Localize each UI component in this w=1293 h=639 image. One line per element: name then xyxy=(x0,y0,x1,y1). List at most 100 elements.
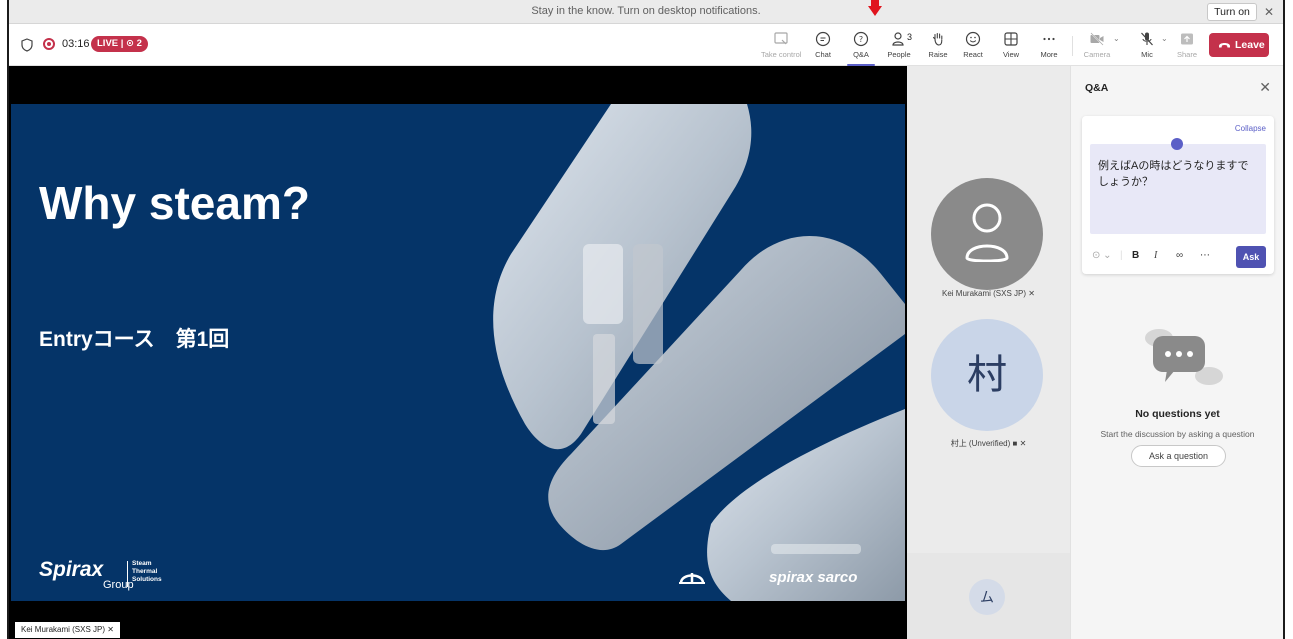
presenter-name: Kei Murakami (SXS JP) xyxy=(21,625,106,634)
people-icon xyxy=(892,32,904,46)
self-video-tile[interactable]: ム xyxy=(907,553,1070,639)
brand-divider xyxy=(127,561,128,587)
person-icon xyxy=(965,203,1009,262)
mic-off-icon: ✕ xyxy=(1028,289,1035,298)
tagline-line: Solutions xyxy=(132,576,162,583)
mic-label: Mic xyxy=(1141,50,1153,59)
recording-icon xyxy=(43,38,55,50)
bold-icon[interactable]: B xyxy=(1132,250,1139,261)
take-control-icon xyxy=(774,32,788,45)
ask-button[interactable]: Ask xyxy=(1236,246,1266,268)
live-badge[interactable]: LIVE | ⊙ 2 xyxy=(91,36,148,52)
participant-avatar[interactable]: 村 xyxy=(931,319,1043,431)
qa-button[interactable]: ? Q&A xyxy=(841,29,881,66)
view-label: View xyxy=(1002,50,1020,59)
take-control-label: Take control xyxy=(761,50,802,59)
leave-button[interactable]: Leave xyxy=(1209,33,1269,57)
participant-gallery: Kei Murakami (SXS JP) ✕ 村 村上 (Unverified… xyxy=(907,66,1070,639)
chat-button[interactable]: Chat xyxy=(803,29,843,63)
self-avatar: ム xyxy=(969,579,1005,615)
take-control-button[interactable]: Take control xyxy=(761,29,801,63)
brand-tagline: Steam Thermal Solutions xyxy=(132,560,162,584)
mic-off-icon: ✕ xyxy=(1019,439,1027,448)
qa-panel: Q&A ✕ Collapse 例えばAの時はどうなりますでしょうか？ ⊙ ⌄ |… xyxy=(1070,66,1283,639)
window-right-edge xyxy=(1283,0,1293,639)
link-icon[interactable]: ∞ xyxy=(1176,250,1183,261)
more-icon xyxy=(1043,37,1055,41)
more-label: More xyxy=(1040,50,1058,59)
slide-title: Why steam? xyxy=(39,177,310,229)
react-button[interactable]: React xyxy=(953,29,993,63)
view-button[interactable]: View xyxy=(991,29,1031,63)
mic-off-icon xyxy=(1141,32,1153,46)
share-button[interactable]: Share xyxy=(1167,29,1207,63)
camera-off-icon: ■ xyxy=(1012,439,1018,448)
spirax-group-text: Group xyxy=(103,579,134,591)
qa-avatar-icon xyxy=(1171,138,1183,150)
shared-content-stage[interactable]: Why steam? Entryコース 第1回 Spirax Group Ste… xyxy=(9,66,907,639)
window-left-edge xyxy=(0,0,9,639)
share-icon xyxy=(1181,33,1193,45)
tagline-line: Thermal xyxy=(132,568,158,575)
qa-panel-title: Q&A xyxy=(1085,82,1109,94)
more-options-icon[interactable]: ⋯ xyxy=(1200,250,1210,261)
notification-text: Stay in the know. Turn on desktop notifi… xyxy=(531,5,761,17)
participant-name-text: 村上 (Unverified) xyxy=(950,439,1011,448)
shield-icon[interactable] xyxy=(21,38,33,52)
svg-text:?: ? xyxy=(859,35,863,44)
camera-chevron-down-icon[interactable]: ⌄ xyxy=(1113,34,1120,43)
chat-label: Chat xyxy=(815,50,831,59)
qa-icon: ? xyxy=(853,31,869,47)
format-toolbar: ⊙ ⌄ | B I ∞ ⋯ Ask xyxy=(1090,246,1266,268)
meeting-timer: 03:16 xyxy=(62,38,90,50)
tagline-line: Steam xyxy=(132,560,152,567)
annotation-arrow-icon xyxy=(868,0,882,16)
spirax-sarco-logo-text: spirax sarco xyxy=(769,569,858,586)
presenter-name-tag: Kei Murakami (SXS JP) ✕ xyxy=(15,622,120,638)
ask-a-question-button[interactable]: Ask a question xyxy=(1131,445,1226,467)
anonymous-toggle-icon[interactable]: ⊙ ⌄ xyxy=(1092,250,1112,261)
people-label: People xyxy=(887,50,911,59)
more-button[interactable]: More xyxy=(1029,29,1069,63)
participant-name: Kei Murakami (SXS JP) ✕ xyxy=(907,289,1070,298)
raise-label: Raise xyxy=(928,50,948,59)
italic-icon[interactable]: I xyxy=(1154,250,1157,261)
camera-off-icon xyxy=(1090,32,1104,46)
empty-state-subtitle: Start the discussion by asking a questio… xyxy=(1100,429,1255,439)
spirax-group-logo: Spirax Group xyxy=(39,558,134,591)
participant-name-text: Kei Murakami (SXS JP) xyxy=(942,289,1027,298)
turn-on-button[interactable]: Turn on xyxy=(1207,3,1257,21)
collapse-link[interactable]: Collapse xyxy=(1235,124,1266,133)
spirax-sarco-emblem-icon xyxy=(679,573,705,584)
question-compose-card: Collapse 例えばAの時はどうなりますでしょうか？ ⊙ ⌄ | B I ∞… xyxy=(1082,116,1274,274)
format-divider: | xyxy=(1120,250,1123,261)
leave-label: Leave xyxy=(1235,39,1265,51)
empty-state-title: No questions yet xyxy=(1135,408,1220,420)
grid-view-icon xyxy=(1004,32,1018,46)
hand-icon xyxy=(932,32,943,46)
mic-off-icon: ✕ xyxy=(107,625,114,634)
question-input[interactable]: 例えばAの時はどうなりますでしょうか？ xyxy=(1090,144,1266,234)
smiley-icon xyxy=(965,31,981,47)
participant-avatar[interactable] xyxy=(931,178,1043,290)
raise-hand-button[interactable]: Raise xyxy=(918,29,958,63)
slide-subtitle: Entryコース 第1回 xyxy=(39,328,230,351)
people-button[interactable]: 3 People xyxy=(879,29,919,63)
close-icon[interactable]: ✕ xyxy=(1259,79,1271,96)
meeting-toolbar: 03:16 LIVE | ⊙ 2 Take control Chat ? Q&A… xyxy=(9,24,1283,66)
qa-label: Q&A xyxy=(853,50,869,59)
chat-icon xyxy=(815,31,831,47)
notification-close-icon[interactable]: ✕ xyxy=(1261,3,1277,21)
presentation-slide: Why steam? Entryコース 第1回 Spirax Group Ste… xyxy=(11,104,905,601)
people-count: 3 xyxy=(907,32,913,42)
camera-label: Camera xyxy=(1083,50,1111,59)
chat-bubbles-illustration-icon xyxy=(1145,329,1223,385)
hang-up-icon xyxy=(1219,43,1230,48)
react-label: React xyxy=(963,50,983,59)
share-label: Share xyxy=(1176,50,1197,59)
camera-button[interactable]: Camera xyxy=(1077,29,1117,63)
toolbar-divider xyxy=(1072,36,1073,56)
participant-name: 村上 (Unverified) ■ ✕ xyxy=(907,438,1070,449)
spirax-logo-text: Spirax xyxy=(39,558,104,581)
notification-bar: Stay in the know. Turn on desktop notifi… xyxy=(9,0,1283,24)
